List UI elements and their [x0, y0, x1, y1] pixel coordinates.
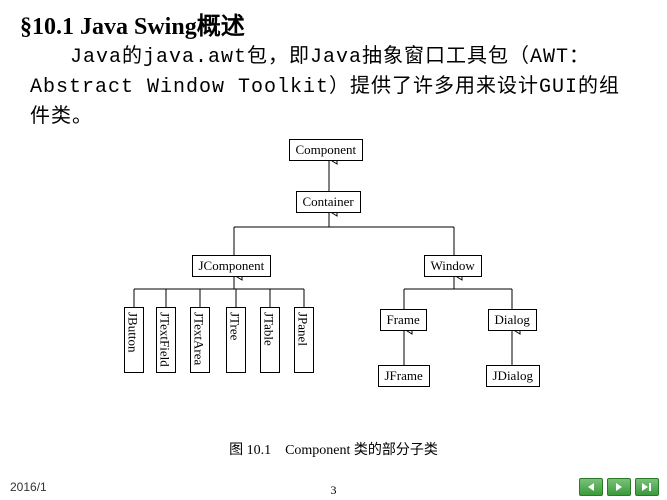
node-jtable: JTable	[260, 307, 280, 373]
nav-controls	[579, 478, 659, 496]
footer-date: 2016/1	[10, 480, 47, 494]
node-container: Container	[296, 191, 361, 213]
figure-caption: 图 10.1 Component 类的部分子类	[0, 439, 667, 459]
triangle-left-icon	[586, 482, 596, 492]
node-jdialog: JDialog	[486, 365, 540, 387]
diagram-connectors	[104, 137, 564, 437]
node-component: Component	[289, 139, 364, 161]
node-jframe: JFrame	[378, 365, 430, 387]
section-title: §10.1 Java Swing概述	[0, 0, 667, 43]
page-number: 3	[331, 483, 337, 498]
nav-prev-button[interactable]	[579, 478, 603, 496]
node-jbutton: JButton	[124, 307, 144, 373]
node-jcomponent: JComponent	[192, 255, 272, 277]
nav-next-button[interactable]	[607, 478, 631, 496]
node-frame: Frame	[380, 309, 427, 331]
triangle-right-icon	[614, 482, 624, 492]
node-jpanel: JPanel	[294, 307, 314, 373]
node-window: Window	[424, 255, 482, 277]
nav-end-button[interactable]	[635, 478, 659, 496]
node-jtextfield: JTextField	[156, 307, 176, 373]
paragraph: Java的java.awt包，即Java抽象窗口工具包（AWT：Abstract…	[0, 43, 667, 133]
node-jtextarea: JTextArea	[190, 307, 210, 373]
class-hierarchy-diagram: Component Container JComponent Window Fr…	[104, 137, 564, 437]
node-dialog: Dialog	[488, 309, 537, 331]
triangle-right-bar-icon	[641, 482, 653, 492]
node-jtree: JTree	[226, 307, 246, 373]
